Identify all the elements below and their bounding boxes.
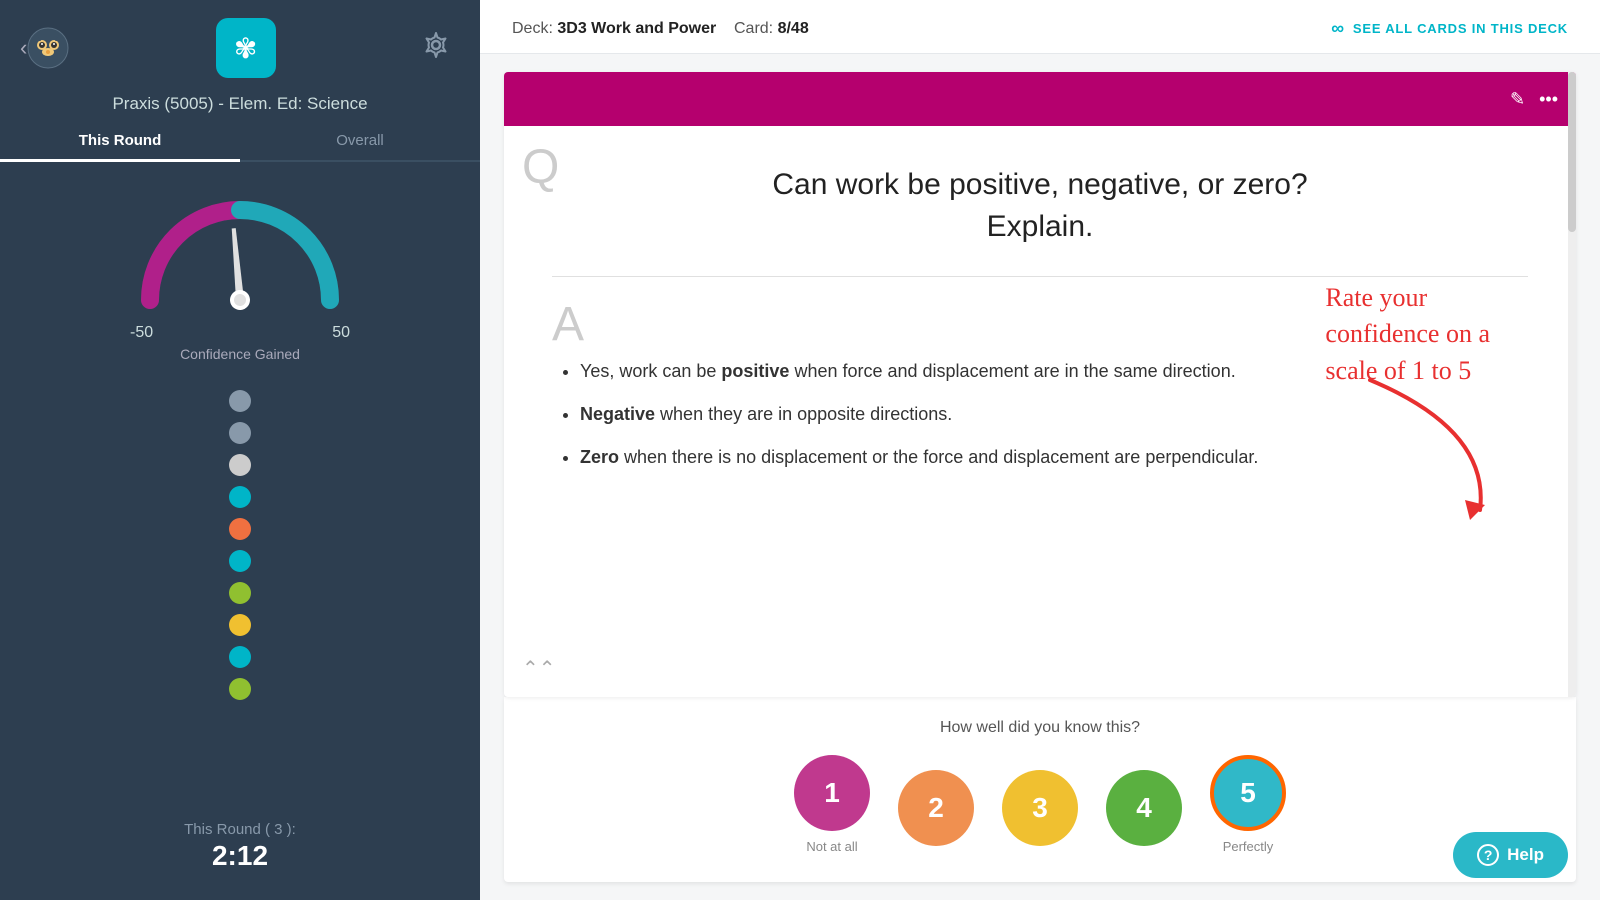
dot-7 [229,582,251,604]
help-label: Help [1507,845,1544,865]
rating-3-wrap: 3 [1002,770,1078,854]
answer-list: Yes, work can be positive when force and… [552,357,1528,471]
tab-this-round[interactable]: This Round [0,124,240,162]
infinity-icon: ∞ [1331,18,1345,39]
rating-button-5[interactable]: 5 [1210,755,1286,831]
tabs-container: This Round Overall [0,124,480,162]
rating-2-wrap: 2 [898,770,974,854]
rating-button-1[interactable]: 1 [794,755,870,831]
expand-button[interactable]: ⌃⌃ [522,656,556,681]
dot-10 [229,678,251,700]
flashcard: ✎ ••• Q Can work be positive, negative, … [504,72,1576,697]
dot-2 [229,422,251,444]
rating-button-2[interactable]: 2 [898,770,974,846]
answer-item-1: Yes, work can be positive when force and… [580,357,1528,386]
help-icon: ? [1477,844,1499,866]
answer-item-3: Zero when there is no displacement or th… [580,443,1528,472]
rating-bar: How well did you know this? 1 Not at all… [504,697,1576,882]
rating-1-wrap: 1 Not at all [794,755,870,854]
question-mark-label: Q [522,144,559,192]
rating-buttons: 1 Not at all 2 3 4 5 Perfectly [794,755,1286,854]
tab-overall[interactable]: Overall [240,124,480,160]
round-info: This Round ( 3 ): 2:12 [184,821,296,900]
app-logo: ✾ [216,18,276,78]
more-icon[interactable]: ••• [1539,89,1558,110]
rating-5-label: Perfectly [1223,839,1274,854]
gear-icon [422,31,450,59]
top-bar: Deck: 3D3 Work and Power Card: 8/48 ∞ SE… [480,0,1600,54]
confidence-gauge: -50 50 Confidence Gained [130,190,350,362]
rating-question: How well did you know this? [940,719,1140,737]
help-button[interactable]: ? Help [1453,832,1568,878]
dot-6 [229,550,251,572]
sidebar: ‹ ✾ [0,0,480,900]
deck-info: Deck: 3D3 Work and Power Card: 8/48 [512,20,809,38]
card-body: Q Can work be positive, negative, or zer… [504,126,1576,697]
question-text: Can work be positive, negative, or zero?… [552,154,1528,248]
main-content: Deck: 3D3 Work and Power Card: 8/48 ∞ SE… [480,0,1600,900]
card-divider [552,276,1528,277]
rating-button-4[interactable]: 4 [1106,770,1182,846]
card-prefix: Card: [734,20,773,37]
sidebar-header: ‹ ✾ [0,0,480,88]
gauge-title: Confidence Gained [180,346,300,362]
round-label: This Round ( 3 ): [184,821,296,838]
dot-9 [229,646,251,668]
answer-mark-label: A [552,301,1528,349]
dot-8 [229,614,251,636]
history-dots [229,390,251,700]
gauge-min-label: -50 [130,324,153,342]
settings-button[interactable] [422,31,450,65]
edit-icon[interactable]: ✎ [1510,89,1525,110]
avatar-icon [27,27,69,69]
rating-1-label: Not at all [806,839,857,854]
deck-title: Praxis (5005) - Elem. Ed: Science [92,94,387,114]
dot-5 [229,518,251,540]
scrollbar-thumb[interactable] [1568,72,1576,232]
see-all-text: SEE ALL CARDS IN THIS DECK [1353,21,1568,36]
scrollbar-track [1568,72,1576,697]
round-timer: 2:12 [184,840,296,872]
deck-name: 3D3 Work and Power [557,20,716,37]
see-all-button[interactable]: ∞ SEE ALL CARDS IN THIS DECK [1331,18,1568,39]
gauge-labels: -50 50 [130,324,350,342]
rating-5-wrap: 5 Perfectly [1210,755,1286,854]
back-icon: ‹ [20,35,27,61]
card-header-bar: ✎ ••• [504,72,1576,126]
card-value: 8/48 [778,20,809,37]
gauge-svg [130,190,350,320]
card-header-icons: ✎ ••• [1510,89,1558,110]
gauge-max-label: 50 [332,324,350,342]
dot-4 [229,486,251,508]
dot-1 [229,390,251,412]
rating-button-3[interactable]: 3 [1002,770,1078,846]
deck-prefix: Deck: [512,20,553,37]
dot-3 [229,454,251,476]
answer-item-2: Negative when they are in opposite direc… [580,400,1528,429]
back-button[interactable]: ‹ [20,27,69,69]
logo-icon: ✾ [234,32,257,65]
rating-4-wrap: 4 [1106,770,1182,854]
